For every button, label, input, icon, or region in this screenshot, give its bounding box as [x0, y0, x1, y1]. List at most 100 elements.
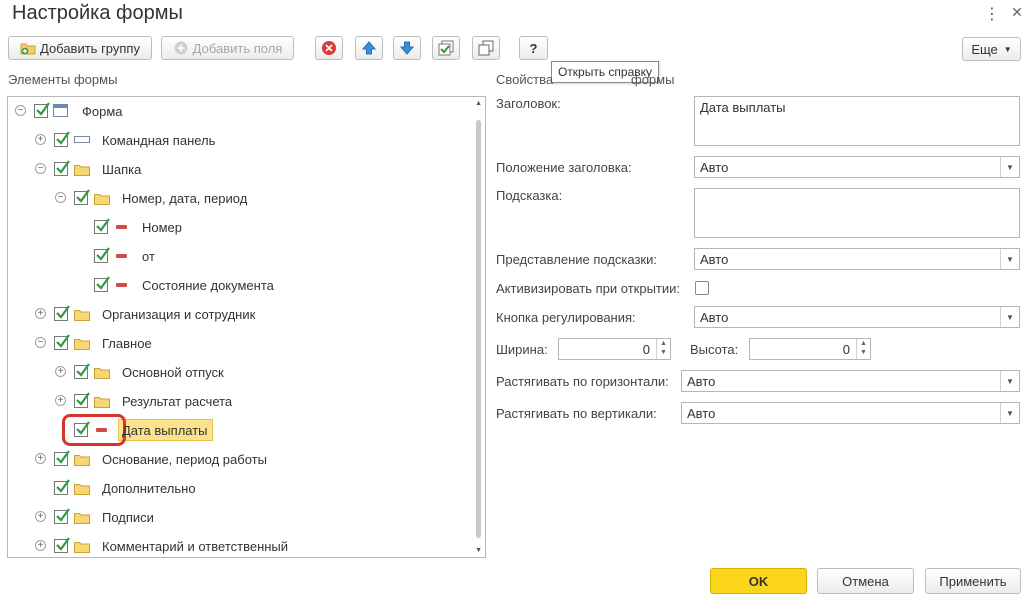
- add-group-button[interactable]: Добавить группу: [8, 36, 152, 60]
- folder-icon: [94, 395, 110, 408]
- height-stepper[interactable]: 0 ▲ ▼: [749, 338, 871, 360]
- visibility-checkbox[interactable]: [54, 160, 70, 176]
- expand-icon[interactable]: +: [35, 308, 46, 319]
- title-position-select[interactable]: Авто ▼: [694, 156, 1020, 178]
- tree-row[interactable]: + Основание, период работы: [8, 448, 468, 470]
- form-icon: [53, 104, 68, 117]
- apply-button[interactable]: Применить: [925, 568, 1021, 594]
- scroll-down-icon[interactable]: ▼: [475, 547, 482, 554]
- hint-view-label: Представление подсказки:: [496, 252, 657, 267]
- tree-row-label: Организация и сотрудник: [102, 307, 256, 322]
- title-position-label: Положение заголовка:: [496, 160, 632, 175]
- tree-row[interactable]: − Номер, дата, период: [8, 187, 468, 209]
- tree-row-label: Подписи: [102, 510, 154, 525]
- expand-icon[interactable]: +: [35, 511, 46, 522]
- visibility-checkbox[interactable]: [74, 392, 90, 408]
- tree-row-label: Дата выплаты: [122, 423, 208, 438]
- tree-row[interactable]: − Форма: [8, 100, 468, 122]
- field-icon: [116, 254, 127, 258]
- collapse-icon[interactable]: −: [15, 105, 26, 116]
- delete-button[interactable]: [315, 36, 343, 60]
- chevron-down-icon[interactable]: ▼: [1000, 307, 1019, 327]
- tree-row[interactable]: Дополнительно: [8, 477, 468, 499]
- stretch-vertical-select[interactable]: Авто ▼: [681, 402, 1020, 424]
- tree-row[interactable]: − Шапка: [8, 158, 468, 180]
- help-button[interactable]: ?: [519, 36, 548, 60]
- tree-row[interactable]: Состояние документа: [8, 274, 468, 296]
- command-panel-icon: [74, 136, 90, 143]
- visibility-checkbox[interactable]: [94, 218, 110, 234]
- visibility-checkbox[interactable]: [94, 276, 110, 292]
- visibility-checkbox[interactable]: [74, 363, 90, 379]
- chevron-down-icon[interactable]: ▼: [1000, 371, 1019, 391]
- visibility-checkbox[interactable]: [74, 421, 90, 437]
- close-icon[interactable]: ✕: [1010, 4, 1024, 21]
- visibility-checkbox[interactable]: [54, 508, 70, 524]
- chevron-down-icon[interactable]: ▼: [1000, 249, 1019, 269]
- collapse-icon[interactable]: −: [35, 163, 46, 174]
- hint-field[interactable]: [694, 188, 1020, 238]
- delete-icon: [321, 40, 337, 56]
- expand-icon[interactable]: +: [35, 134, 46, 145]
- add-circle-icon: [173, 40, 189, 56]
- tree-row[interactable]: + Командная панель: [8, 129, 468, 151]
- tree-row[interactable]: Номер: [8, 216, 468, 238]
- move-up-button[interactable]: [355, 36, 383, 60]
- stepper-arrows-icon[interactable]: ▲ ▼: [656, 339, 670, 359]
- tree-row-label: Номер, дата, период: [122, 191, 248, 206]
- tree-row-label: Форма: [82, 104, 123, 119]
- scroll-thumb[interactable]: [476, 120, 481, 538]
- more-options-icon[interactable]: ⋮: [984, 4, 1000, 24]
- adjust-button-select[interactable]: Авто ▼: [694, 306, 1020, 328]
- tree-row[interactable]: + Основной отпуск: [8, 361, 468, 383]
- tree-row[interactable]: − Главное: [8, 332, 468, 354]
- visibility-checkbox[interactable]: [94, 247, 110, 263]
- uncheck-all-button[interactable]: [472, 36, 500, 60]
- check-all-button[interactable]: [432, 36, 460, 60]
- expand-icon[interactable]: +: [35, 453, 46, 464]
- ok-button[interactable]: OK: [710, 568, 807, 594]
- tree-row[interactable]: + Комментарий и ответственный: [8, 535, 468, 557]
- cancel-button[interactable]: Отмена: [817, 568, 914, 594]
- expand-icon[interactable]: +: [55, 366, 66, 377]
- visibility-checkbox[interactable]: [54, 450, 70, 466]
- visibility-checkbox[interactable]: [34, 102, 50, 118]
- tree-row-label: Дополнительно: [102, 481, 196, 496]
- visibility-checkbox[interactable]: [54, 537, 70, 553]
- add-fields-button[interactable]: Добавить поля: [161, 36, 294, 60]
- chevron-down-icon[interactable]: ▼: [1000, 157, 1019, 177]
- check-all-icon: [438, 40, 454, 56]
- visibility-checkbox[interactable]: [54, 305, 70, 321]
- tree-row[interactable]: + Результат расчета: [8, 390, 468, 412]
- expand-icon[interactable]: +: [35, 540, 46, 551]
- width-stepper[interactable]: 0 ▲ ▼: [558, 338, 671, 360]
- arrow-down-icon: [399, 40, 415, 56]
- tree-scrollbar[interactable]: ▲ ▼: [475, 98, 484, 556]
- more-button[interactable]: Еще ▼: [962, 37, 1021, 61]
- tree-row[interactable]: Дата выплаты: [8, 414, 468, 446]
- stretch-horizontal-value: Авто: [687, 373, 716, 389]
- expand-icon[interactable]: +: [55, 395, 66, 406]
- move-down-button[interactable]: [393, 36, 421, 60]
- scroll-up-icon[interactable]: ▲: [475, 100, 482, 107]
- tree-row-label: Главное: [102, 336, 152, 351]
- collapse-icon[interactable]: −: [35, 337, 46, 348]
- stretch-horizontal-select[interactable]: Авто ▼: [681, 370, 1020, 392]
- stepper-arrows-icon[interactable]: ▲ ▼: [856, 339, 870, 359]
- title-field[interactable]: Дата выплаты: [694, 96, 1020, 146]
- tree-row[interactable]: от: [8, 245, 468, 267]
- visibility-checkbox[interactable]: [54, 131, 70, 147]
- form-elements-tree[interactable]: − Форма + Командная панель − Шапка − Номер, дат…: [7, 96, 486, 558]
- collapse-icon[interactable]: −: [55, 192, 66, 203]
- visibility-checkbox[interactable]: [54, 334, 70, 350]
- tree-row[interactable]: + Организация и сотрудник: [8, 303, 468, 325]
- visibility-checkbox[interactable]: [54, 479, 70, 495]
- tree-row[interactable]: + Подписи: [8, 506, 468, 528]
- activate-checkbox[interactable]: [695, 281, 709, 295]
- window-title: Настройка формы: [12, 2, 183, 24]
- visibility-checkbox[interactable]: [74, 189, 90, 205]
- field-icon: [116, 283, 127, 287]
- hint-view-select[interactable]: Авто ▼: [694, 248, 1020, 270]
- hint-view-value: Авто: [700, 251, 729, 267]
- chevron-down-icon[interactable]: ▼: [1000, 403, 1019, 423]
